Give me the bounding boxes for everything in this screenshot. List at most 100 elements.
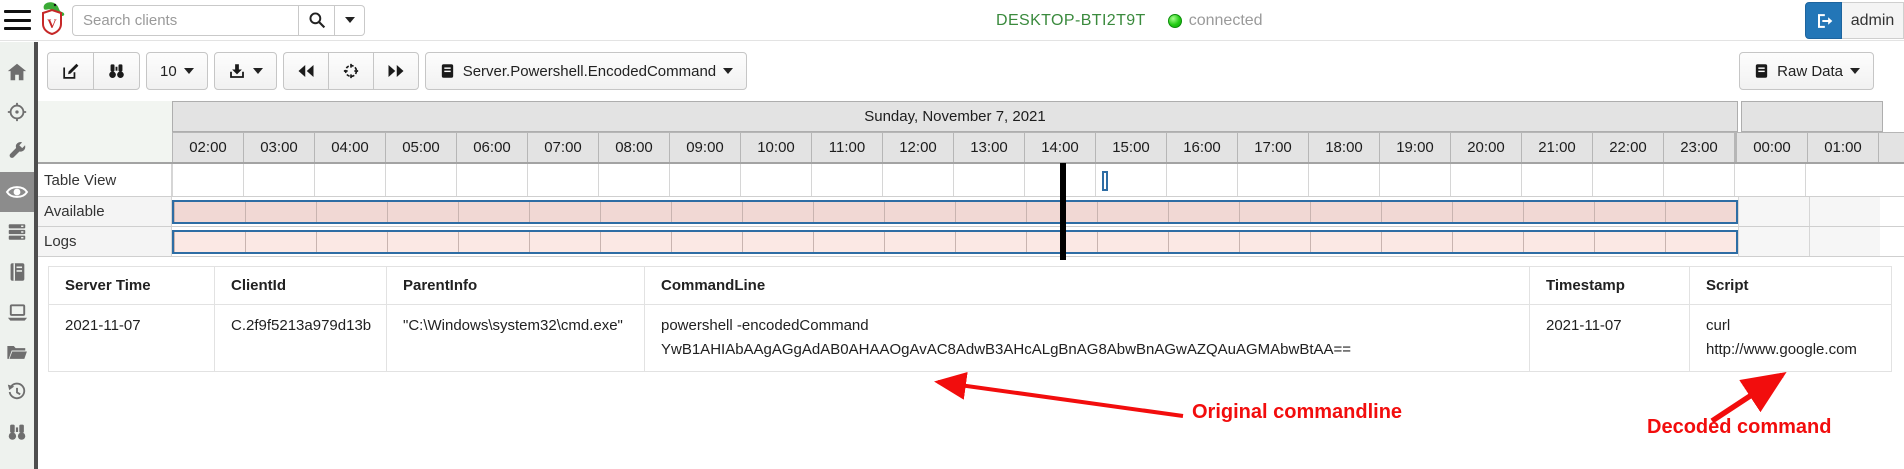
timeline-cell[interactable] [1168,231,1239,252]
hour-cell[interactable]: 16:00 [1166,133,1237,162]
hour-cell[interactable]: 23:00 [1663,133,1734,162]
sidebar-item-server[interactable] [0,212,34,252]
sidebar-item-vfs[interactable] [0,332,34,372]
timeline-cell[interactable] [1239,231,1310,252]
sidebar-item-search-hunt[interactable] [0,412,34,452]
sidebar-item-overview-active[interactable] [0,172,34,212]
artifact-selector-dropdown[interactable]: Server.Powershell.EncodedCommand [424,52,748,90]
timeline-cell[interactable] [955,201,1026,222]
timeline-cell[interactable] [884,201,955,222]
search-button[interactable] [298,4,335,36]
hour-cell[interactable]: 04:00 [314,133,385,162]
hour-cell[interactable]: 15:00 [1095,133,1166,162]
hour-cell[interactable]: 05:00 [385,133,456,162]
hour-cell[interactable]: 14:00 [1024,133,1095,162]
hour-cell[interactable]: 02:00 [172,133,243,162]
timeline-cell[interactable] [314,164,385,196]
timeline-cell[interactable] [1734,164,1805,196]
hour-cell[interactable]: 08:00 [598,133,669,162]
timeline-cell[interactable] [1523,201,1594,222]
search-input[interactable] [72,4,298,36]
column-header-parentinfo[interactable]: ParentInfo [386,266,645,305]
timeline-cell[interactable] [1097,231,1168,252]
client-hostname[interactable]: DESKTOP-BTI2T9T [996,12,1146,30]
timeline-cell[interactable] [811,164,882,196]
sidebar-item-notebooks[interactable] [0,252,34,292]
timeline-cell[interactable] [1239,201,1310,222]
timeline-cell[interactable] [1663,164,1734,196]
column-header-server-time[interactable]: Server Time [48,266,215,305]
timeline-cell[interactable] [316,201,387,222]
hour-cell[interactable]: 22:00 [1592,133,1663,162]
timeline-cell[interactable] [1097,201,1168,222]
row-label-logs[interactable]: Logs [38,227,172,256]
timeline-cell[interactable] [1594,231,1665,252]
hour-cell[interactable]: 03:00 [243,133,314,162]
sidebar-item-hunts[interactable] [0,92,34,132]
sidebar-item-home[interactable] [0,52,34,92]
hour-cell[interactable]: 06:00 [456,133,527,162]
timeline-cell[interactable] [1665,231,1736,252]
timeline-cell[interactable] [245,201,316,222]
timeline-cell[interactable] [387,231,458,252]
date-band-sunday[interactable]: Sunday, November 7, 2021 [172,101,1738,132]
hour-cell[interactable]: 07:00 [527,133,598,162]
timeline-center-button[interactable] [327,52,373,90]
download-dropdown[interactable] [213,52,277,90]
row-label-available[interactable]: Available [38,197,172,226]
table-row[interactable]: 2021-11-07 C.2f9f5213a979d13b "C:\Window… [48,304,1892,372]
timeline-cell[interactable] [742,231,813,252]
timeline-cell[interactable] [1521,164,1592,196]
timeline-cell[interactable] [387,201,458,222]
timeline-cell[interactable] [529,231,600,252]
timeline-cell[interactable] [955,231,1026,252]
timeline-cell[interactable] [1665,201,1736,222]
hour-cell[interactable]: 19:00 [1379,133,1450,162]
timeline-forward-button[interactable] [372,52,419,90]
timeline-cell[interactable] [742,201,813,222]
current-user-label[interactable]: admin [1842,2,1904,39]
timeline-rewind-button[interactable] [282,52,328,90]
column-header-clientid[interactable]: ClientId [214,266,387,305]
timeline-cell[interactable] [671,231,742,252]
available-data-bar[interactable] [172,199,1738,224]
hour-cell[interactable]: 17:00 [1237,133,1308,162]
timeline-cell[interactable] [813,201,884,222]
edit-cell-button[interactable] [47,52,93,90]
timeline-cell[interactable] [385,164,456,196]
row-label-table-view[interactable]: Table View [38,164,172,196]
timeline-cell[interactable] [884,231,955,252]
search-options-dropdown[interactable] [335,4,365,36]
page-size-dropdown[interactable]: 10 [146,52,208,90]
raw-data-dropdown[interactable]: Raw Data [1739,52,1874,90]
sidebar-item-tools[interactable] [0,132,34,172]
hour-cell[interactable]: 00:00 [1736,133,1807,162]
timeline-cell[interactable] [1308,164,1379,196]
timeline-cell[interactable] [243,164,314,196]
hour-cell[interactable]: 20:00 [1450,133,1521,162]
timeline-cell[interactable] [1452,201,1523,222]
date-band-monday[interactable] [1741,101,1883,132]
timeline-cell[interactable] [1738,197,1809,226]
timeline-cell[interactable] [669,164,740,196]
timeline-cell[interactable] [671,201,742,222]
timeline-cell[interactable] [245,231,316,252]
hour-cell[interactable]: 13:00 [953,133,1024,162]
column-header-script[interactable]: Script [1689,266,1892,305]
hour-cell[interactable]: 09:00 [669,133,740,162]
timeline-cell[interactable] [1381,231,1452,252]
timeline-cell[interactable] [600,231,671,252]
hour-cell[interactable]: 21:00 [1521,133,1592,162]
timeline-cell[interactable] [174,231,245,252]
timeline-cell[interactable] [1592,164,1663,196]
timeline-cell[interactable] [1379,164,1450,196]
hour-cell[interactable]: 18:00 [1308,133,1379,162]
timeline-cell[interactable] [1450,164,1521,196]
inspect-button[interactable] [93,52,140,90]
timeline-cell[interactable] [174,201,245,222]
logs-data-bar[interactable] [172,229,1738,254]
timeline-cell[interactable] [598,164,669,196]
timeline-cell[interactable] [1809,197,1880,226]
column-header-commandline[interactable]: CommandLine [644,266,1530,305]
timeline-cell[interactable] [1452,231,1523,252]
